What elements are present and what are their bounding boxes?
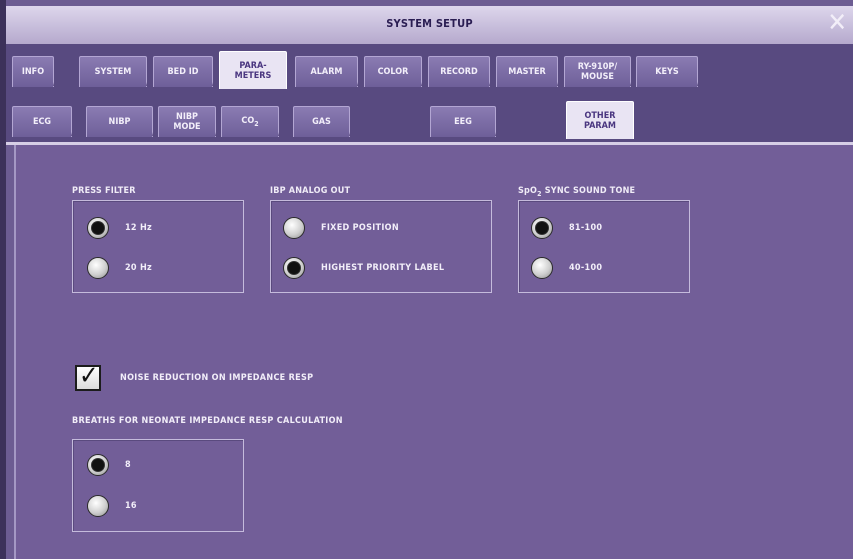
option-label: FIXED POSITION <box>321 223 399 233</box>
tab-master-label: MASTER <box>508 67 546 77</box>
sub-tab-row: ECG NIBP NIBP MODE CO2 GAS EEG OTHER PARAM <box>6 94 853 144</box>
tab-bed-id[interactable]: BED ID <box>153 56 220 87</box>
noise-reduction-label: NOISE REDUCTION ON IMPEDANCE RESP <box>120 373 314 383</box>
spo2-81-100[interactable]: 81-100 <box>531 217 602 239</box>
tab-other-param[interactable]: OTHER PARAM <box>566 101 634 139</box>
tab-nibp-label: NIBP <box>108 117 131 127</box>
option-label: HIGHEST PRIORITY LABEL <box>321 263 445 273</box>
radio-selected-icon[interactable] <box>87 217 109 239</box>
tab-parameters[interactable]: PARA- METERS <box>219 51 287 89</box>
main-tab-row: INFO SYSTEM BED ID PARA- METERS ALARM COL… <box>6 44 853 94</box>
option-label: 8 <box>125 460 131 470</box>
tab-color[interactable]: COLOR <box>364 56 429 87</box>
option-label: 20 Hz <box>125 263 153 273</box>
tab-eeg[interactable]: EEG <box>430 106 503 137</box>
title-bar: SYSTEM SETUP ✕ <box>6 6 853 46</box>
close-icon[interactable]: ✕ <box>827 8 847 38</box>
press-filter-label: PRESS FILTER <box>72 186 136 196</box>
window-title: SYSTEM SETUP <box>386 17 473 30</box>
breaths-neonate-group: 8 16 <box>72 439 244 532</box>
spo2-sync-label: SpO2 SYNC SOUND TONE <box>518 186 636 198</box>
option-label: 16 <box>125 501 137 511</box>
spo2-sync-group: 81-100 40-100 <box>518 200 690 293</box>
tab-co2[interactable]: CO2 <box>221 106 286 137</box>
checkmark-icon: ✓ <box>79 361 99 391</box>
tab-record-label: RECORD <box>440 67 478 77</box>
tab-gas[interactable]: GAS <box>293 106 357 137</box>
radio-unselected-icon[interactable] <box>87 257 109 279</box>
tab-nibp-mode[interactable]: NIBP MODE <box>158 106 223 137</box>
option-label: 40-100 <box>569 263 603 273</box>
tab-color-label: COLOR <box>377 67 409 77</box>
tab-alarm[interactable]: ALARM <box>295 56 365 87</box>
radio-unselected-icon[interactable] <box>87 495 109 517</box>
press-filter-group: 12 Hz 20 Hz <box>72 200 244 293</box>
tab-co2-label: CO2 <box>241 115 259 128</box>
ibp-analog-out-group: FIXED POSITION HIGHEST PRIORITY LABEL <box>270 200 492 293</box>
ibp-fixed-position[interactable]: FIXED POSITION <box>283 217 399 239</box>
option-label: 81-100 <box>569 223 603 233</box>
tab-parameters-label: PARA- METERS <box>234 60 272 81</box>
tab-ecg-label: ECG <box>32 117 52 127</box>
tab-gas-label: GAS <box>312 117 331 127</box>
option-label: 12 Hz <box>125 223 153 233</box>
tab-master[interactable]: MASTER <box>496 56 565 87</box>
other-param-panel: PRESS FILTER 12 Hz 20 Hz IBP ANALOG OUT … <box>14 145 853 559</box>
ibp-highest-priority[interactable]: HIGHEST PRIORITY LABEL <box>283 257 444 279</box>
tab-system[interactable]: SYSTEM <box>79 56 154 87</box>
radio-unselected-icon[interactable] <box>283 217 305 239</box>
tab-info-label: INFO <box>21 67 45 77</box>
tab-bed-id-label: BED ID <box>167 67 199 77</box>
tab-ecg[interactable]: ECG <box>12 106 79 137</box>
breaths-neonate-label: BREATHS FOR NEONATE IMPEDANCE RESP CALCU… <box>72 416 343 426</box>
tab-keys-label: KEYS <box>655 67 679 77</box>
tab-nibp[interactable]: NIBP <box>86 106 160 137</box>
breaths-16[interactable]: 16 <box>87 495 137 517</box>
noise-reduction-checkbox[interactable]: ✓ <box>75 361 101 391</box>
spo2-40-100[interactable]: 40-100 <box>531 257 602 279</box>
tab-ry-910p-mouse-label: RY-910P/MOUSE <box>577 62 618 82</box>
tab-keys[interactable]: KEYS <box>636 56 705 87</box>
radio-unselected-icon[interactable] <box>531 257 553 279</box>
tab-system-label: SYSTEM <box>94 67 132 77</box>
tab-eeg-label: EEG <box>454 117 472 127</box>
press-filter-12hz[interactable]: 12 Hz <box>87 217 152 239</box>
tab-ry-910p-mouse[interactable]: RY-910P/MOUSE <box>564 56 638 87</box>
radio-selected-icon[interactable] <box>87 454 109 476</box>
system-setup-window: SYSTEM SETUP ✕ INFO SYSTEM BED ID PARA- M… <box>0 0 853 559</box>
radio-selected-icon[interactable] <box>283 257 305 279</box>
breaths-8[interactable]: 8 <box>87 454 131 476</box>
tab-record[interactable]: RECORD <box>428 56 497 87</box>
press-filter-20hz[interactable]: 20 Hz <box>87 257 152 279</box>
tab-nibp-mode-label: NIBP MODE <box>173 112 201 132</box>
tab-alarm-label: ALARM <box>310 67 343 77</box>
ibp-analog-out-label: IBP ANALOG OUT <box>270 186 351 196</box>
tab-info[interactable]: INFO <box>12 56 61 87</box>
tab-other-param-label: OTHER PARAM <box>584 110 616 131</box>
radio-selected-icon[interactable] <box>531 217 553 239</box>
